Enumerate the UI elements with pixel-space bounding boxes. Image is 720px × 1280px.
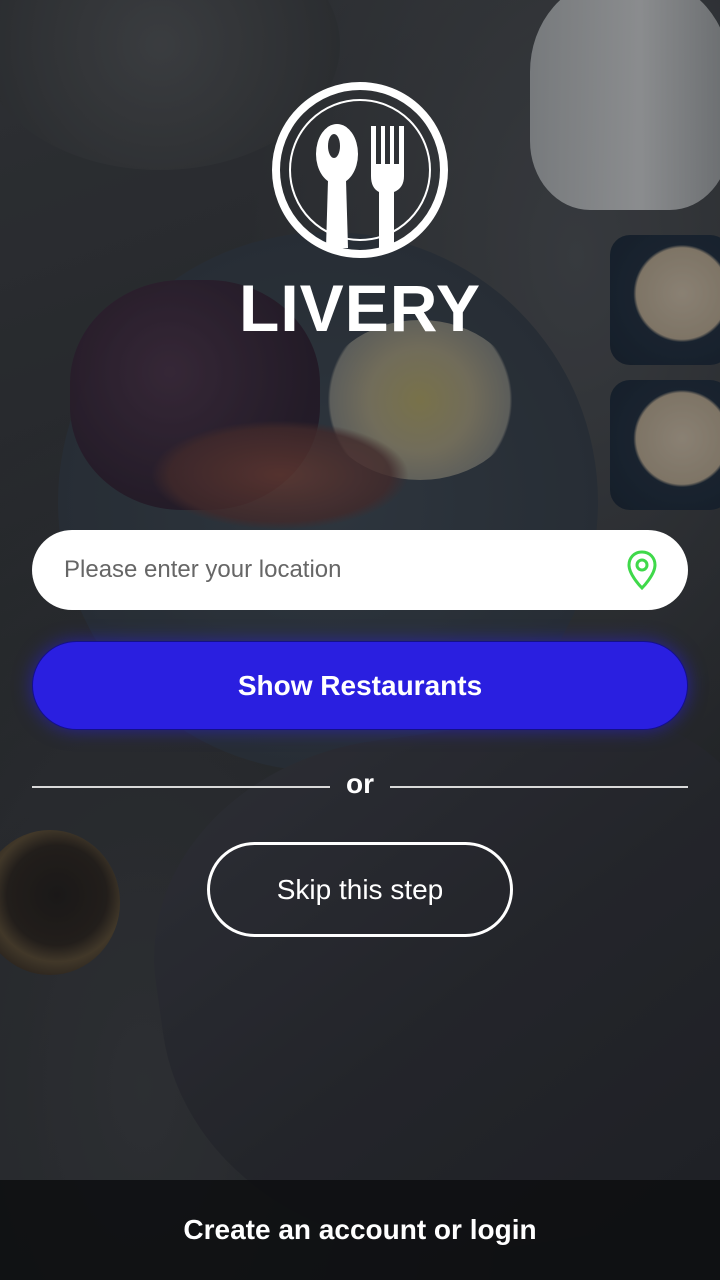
divider-right	[390, 786, 688, 788]
location-field[interactable]	[32, 530, 688, 610]
show-restaurants-button[interactable]: Show Restaurants	[32, 641, 688, 730]
divider-left	[32, 786, 330, 788]
auth-footer-bar[interactable]: Create an account or login	[0, 1180, 720, 1280]
create-account-login-link[interactable]: Create an account or login	[183, 1214, 536, 1246]
spoon-fork-icon	[270, 80, 450, 260]
or-separator-label: or	[346, 768, 374, 799]
location-pin-icon[interactable]	[626, 550, 658, 590]
app-logo-wordmark: LIVERY	[239, 271, 481, 345]
skip-step-button[interactable]: Skip this step	[207, 842, 513, 937]
location-input[interactable]	[62, 555, 616, 585]
